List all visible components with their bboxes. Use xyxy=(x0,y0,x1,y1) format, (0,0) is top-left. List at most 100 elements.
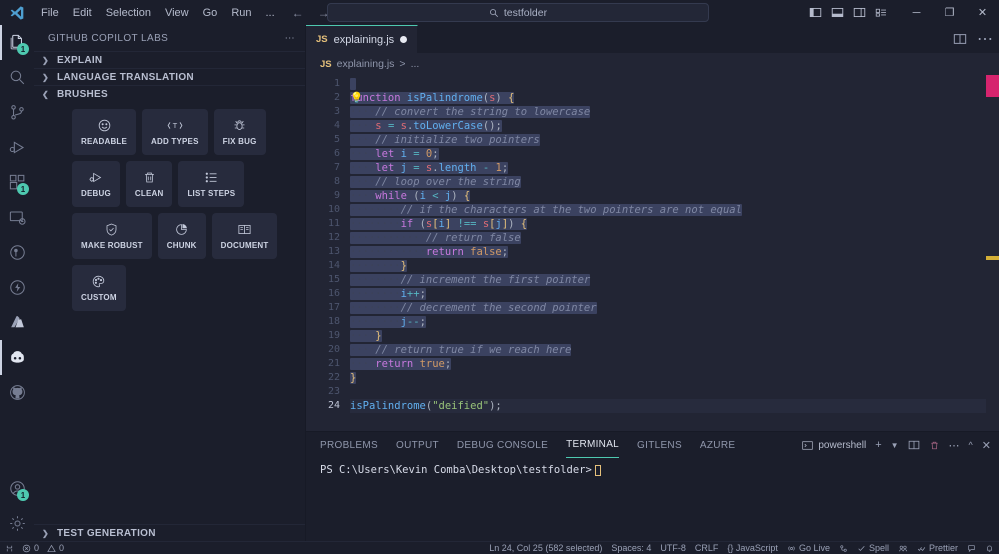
status-prettier[interactable]: Prettier xyxy=(917,543,958,553)
toggle-panel-icon[interactable] xyxy=(831,6,844,19)
terminal-body[interactable]: PS C:\Users\Kevin Comba\Desktop\testfold… xyxy=(306,458,999,541)
new-terminal-icon[interactable]: + xyxy=(875,439,881,451)
menu-view[interactable]: View xyxy=(158,4,196,22)
kill-terminal-icon[interactable] xyxy=(929,440,940,451)
line-number: 11 xyxy=(306,217,350,231)
ellipsis-icon[interactable]: ⋯ xyxy=(285,33,295,44)
tab-problems[interactable]: PROBLEMS xyxy=(320,432,378,458)
book-icon xyxy=(237,222,252,237)
toggle-secondary-sidebar-icon[interactable] xyxy=(853,6,866,19)
palette-icon xyxy=(91,274,106,289)
code-line xyxy=(350,77,999,91)
status-indentation[interactable]: Spaces: 4 xyxy=(611,543,651,553)
lightbulb-icon[interactable]: 💡 xyxy=(350,91,363,105)
brush-make-robust[interactable]: MAKE ROBUST xyxy=(72,213,152,259)
status-remote-indicator[interactable] xyxy=(5,544,14,553)
toggle-primary-sidebar-icon[interactable] xyxy=(809,6,822,19)
maximize-panel-icon[interactable]: ^ xyxy=(969,440,973,450)
status-eol[interactable]: CRLF xyxy=(695,543,719,553)
status-live-share-icon[interactable] xyxy=(898,544,908,553)
brush-add-types[interactable]: T ADD TYPES xyxy=(142,109,208,155)
activity-item-azure[interactable] xyxy=(0,305,34,340)
split-terminal-icon[interactable] xyxy=(908,439,920,451)
brush-label: ADD TYPES xyxy=(151,137,199,146)
status-feedback-icon[interactable] xyxy=(967,544,976,553)
brush-document[interactable]: DOCUMENT xyxy=(212,213,278,259)
menu-go[interactable]: Go xyxy=(196,4,225,22)
menu-more[interactable]: ... xyxy=(259,4,282,22)
line-number: 19 xyxy=(306,329,350,343)
close-panel-icon[interactable]: ✕ xyxy=(982,439,991,452)
activity-item-thunder-client[interactable] xyxy=(0,270,34,305)
activity-item-extensions[interactable]: 1 xyxy=(0,165,34,200)
terminal-icon xyxy=(802,440,813,451)
customize-layout-icon[interactable] xyxy=(875,6,888,19)
navigation-controls: ← → xyxy=(292,6,330,20)
close-button[interactable]: ✕ xyxy=(966,0,999,25)
breadcrumb-rest[interactable]: ... xyxy=(411,58,420,70)
copilot-icon xyxy=(8,348,27,367)
sidebar-section-explain[interactable]: ❯ EXPLAIN xyxy=(34,51,305,68)
status-problems[interactable]: 0 xyxy=(22,543,39,553)
activity-item-search[interactable] xyxy=(0,60,34,95)
menu-run[interactable]: Run xyxy=(224,4,258,22)
activity-item-run-and-debug[interactable] xyxy=(0,130,34,165)
tab-terminal[interactable]: TERMINAL xyxy=(566,432,619,458)
activity-item-settings[interactable] xyxy=(0,506,34,541)
tab-explaining-js[interactable]: JS explaining.js xyxy=(306,25,418,53)
activity-item-explorer[interactable]: 1 xyxy=(0,25,34,60)
line-number: 7 xyxy=(306,161,350,175)
sidebar-section-test-generation[interactable]: ❯ TEST GENERATION xyxy=(34,524,305,541)
menu-selection[interactable]: Selection xyxy=(99,4,158,22)
code-editor[interactable]: 1 2 3 4 5 6 7 8 9 10 11 12 13 14 15 16 1 xyxy=(306,75,999,431)
tab-gitlens[interactable]: GITLENS xyxy=(637,432,682,458)
brush-readable[interactable]: READABLE xyxy=(72,109,136,155)
status-warnings[interactable]: 0 xyxy=(47,543,64,553)
status-gitlens-icon[interactable] xyxy=(839,544,848,553)
more-icon[interactable]: ⋯ xyxy=(949,439,960,452)
activity-item-source-control[interactable] xyxy=(0,95,34,130)
code-content[interactable]: 💡function isPalindrome(s) { ····// conve… xyxy=(350,75,999,431)
types-icon: T xyxy=(166,118,184,133)
code-line: ········// decrement the second pointer xyxy=(350,301,999,315)
activity-item-testing[interactable] xyxy=(0,235,34,270)
menu-file[interactable]: File xyxy=(34,4,66,22)
status-spell-checker[interactable]: Spell xyxy=(857,543,889,553)
panel: PROBLEMS OUTPUT DEBUG CONSOLE TERMINAL G… xyxy=(306,431,999,541)
status-encoding[interactable]: UTF-8 xyxy=(660,543,686,553)
more-actions-icon[interactable]: ⋯ xyxy=(977,29,993,49)
tab-debug-console[interactable]: DEBUG CONSOLE xyxy=(457,432,548,458)
maximize-button[interactable]: ❐ xyxy=(933,0,966,25)
command-center[interactable]: testfolder xyxy=(327,3,709,22)
tab-output[interactable]: OUTPUT xyxy=(396,432,439,458)
terminal-dropdown-icon[interactable]: ▼ xyxy=(891,441,899,450)
brush-debug[interactable]: DEBUG xyxy=(72,161,120,207)
status-cursor-position[interactable]: Ln 24, Col 25 (582 selected) xyxy=(489,543,602,553)
activity-item-accounts[interactable]: 1 xyxy=(0,471,34,506)
breadcrumb-file[interactable]: explaining.js xyxy=(337,58,395,70)
menu-edit[interactable]: Edit xyxy=(66,4,99,22)
activity-item-copilot-labs[interactable] xyxy=(0,340,34,375)
brush-custom[interactable]: CUSTOM xyxy=(72,265,126,311)
arrow-left-icon[interactable]: ← xyxy=(292,6,304,20)
status-notifications-icon[interactable] xyxy=(985,544,994,553)
sidebar-title: GITHUB COPILOT LABS xyxy=(48,33,168,44)
activity-item-remote-explorer[interactable] xyxy=(0,200,34,235)
brush-chunk[interactable]: CHUNK xyxy=(158,213,206,259)
brush-fix-bug[interactable]: FIX BUG xyxy=(214,109,266,155)
sidebar-section-language-translation[interactable]: ❯ LANGUAGE TRANSLATION xyxy=(34,68,305,85)
minimize-button[interactable]: ─ xyxy=(900,0,933,25)
status-go-live[interactable]: Go Live xyxy=(787,543,830,553)
chevron-down-icon: ❮ xyxy=(42,90,52,99)
sidebar-section-brushes[interactable]: ❮ BRUSHES xyxy=(34,85,305,102)
brush-clean[interactable]: CLEAN xyxy=(126,161,173,207)
unsaved-indicator-icon[interactable] xyxy=(400,36,407,43)
activity-item-github[interactable] xyxy=(0,375,34,410)
vscode-logo-icon xyxy=(0,5,34,21)
terminal-selector[interactable]: powershell xyxy=(802,440,866,451)
tab-azure[interactable]: AZURE xyxy=(700,432,735,458)
split-editor-icon[interactable] xyxy=(953,32,967,46)
brush-list-steps[interactable]: LIST STEPS xyxy=(178,161,244,207)
status-language-mode[interactable]: {} JavaScript xyxy=(727,543,778,553)
overview-ruler[interactable] xyxy=(986,75,999,431)
